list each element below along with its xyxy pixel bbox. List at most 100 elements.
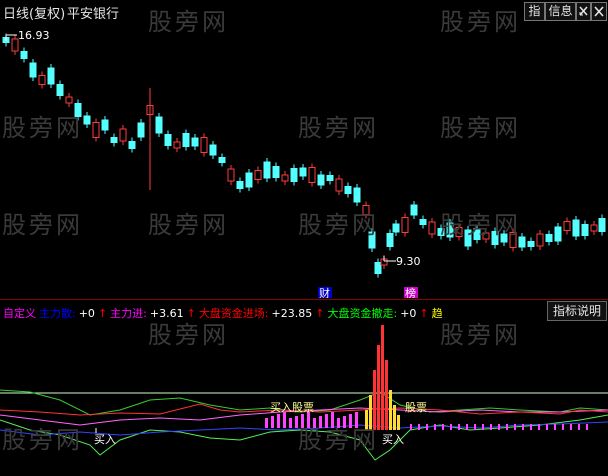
arrow-x-icon[interactable]: [576, 2, 591, 21]
candle: [200, 137, 208, 153]
bar: [397, 415, 400, 430]
candle: [308, 167, 316, 183]
candle: [281, 174, 289, 182]
candle: [598, 218, 606, 232]
candle: [500, 233, 508, 243]
buy-label-2: 买入: [382, 433, 404, 446]
bar: [434, 424, 436, 430]
candle: [428, 221, 436, 235]
bar: [373, 370, 376, 430]
legend-item: 主力散:: [39, 307, 76, 320]
bar: [530, 424, 532, 430]
bar: [301, 414, 304, 428]
bar: [522, 424, 524, 430]
bar: [307, 412, 310, 428]
candle: [182, 133, 190, 147]
candle: [137, 122, 145, 138]
bar: [578, 424, 580, 430]
legend-item: ↑: [97, 307, 108, 320]
candle: [491, 231, 499, 245]
candle: [65, 96, 73, 104]
bar: [546, 424, 548, 430]
indicator-button[interactable]: 指: [524, 2, 545, 21]
legend-item: ↑: [315, 307, 325, 320]
bar: [393, 405, 396, 430]
candle: [74, 103, 82, 117]
legend-item: +3.61: [149, 307, 184, 320]
bar: [369, 395, 372, 430]
candle: [419, 219, 427, 225]
candle: [101, 119, 109, 131]
buy-stock-label-2: 股票: [405, 401, 427, 414]
info-button[interactable]: 信息: [545, 2, 576, 21]
bar: [313, 418, 316, 428]
candle: [545, 234, 553, 242]
bar: [283, 412, 286, 428]
candle-group: [2, 33, 606, 278]
candle: [590, 224, 598, 232]
candle: [368, 231, 376, 249]
indicator-panel: 买入 买入 买入股票 股票: [0, 325, 608, 461]
candle: [410, 204, 418, 216]
legend-item: ↑: [419, 307, 429, 320]
bar: [271, 416, 274, 428]
legend-item: 大盘资金撤走:: [327, 307, 398, 320]
candle: [344, 186, 352, 194]
legend-item: 趋: [431, 307, 443, 320]
bar: [355, 412, 358, 428]
bar: [506, 424, 508, 430]
bar: [426, 424, 428, 430]
candle: [362, 205, 370, 215]
title-bar: 日线(复权) 平安银行 指 信息: [0, 0, 608, 22]
candlestick-chart: 16.93 9.30 财 榜: [2, 29, 606, 298]
candle: [290, 168, 298, 182]
candle: [482, 232, 490, 240]
stock-name: 平安银行: [67, 7, 120, 22]
high-price-label: 16.93: [18, 29, 50, 42]
bar: [570, 424, 572, 430]
candle: [155, 116, 163, 134]
candle: [254, 170, 262, 180]
candle: [209, 144, 217, 156]
candle: [47, 67, 55, 85]
bar: [538, 424, 540, 430]
bar: [554, 424, 556, 430]
capital-bars: [265, 325, 588, 430]
bar: [289, 418, 292, 428]
candle: [218, 157, 226, 163]
candle: [554, 226, 562, 242]
candle: [38, 75, 46, 85]
candle: [191, 137, 199, 147]
bar: [331, 412, 334, 428]
bar: [490, 424, 492, 430]
candle: [335, 178, 343, 192]
bar: [498, 424, 500, 430]
candle: [245, 172, 253, 188]
bar: [365, 410, 368, 430]
candle: [374, 262, 382, 274]
legend-item: 主力进:: [110, 307, 147, 320]
candle: [92, 122, 100, 138]
candle: [509, 232, 517, 248]
candle: [473, 228, 481, 240]
close-icon[interactable]: [591, 2, 607, 21]
candle: [56, 84, 64, 96]
bar: [295, 416, 298, 428]
bar: [418, 424, 420, 430]
candle: [236, 181, 244, 189]
legend-item: +0: [78, 307, 95, 320]
indicator-help-button[interactable]: 指标说明: [547, 301, 607, 321]
low-price-label: 9.30: [396, 255, 421, 268]
legend-item: 大盘资金进场:: [198, 307, 269, 320]
bar: [562, 424, 564, 430]
bar: [442, 424, 444, 430]
candle: [401, 217, 409, 233]
bar: [466, 424, 468, 430]
bar: [458, 424, 460, 430]
candle: [392, 223, 400, 233]
bar: [385, 360, 388, 430]
buy-label-1: 买入: [94, 433, 116, 446]
candle: [173, 141, 181, 149]
title-period: 日线(复权): [3, 7, 66, 22]
legend-item: +0: [400, 307, 417, 320]
